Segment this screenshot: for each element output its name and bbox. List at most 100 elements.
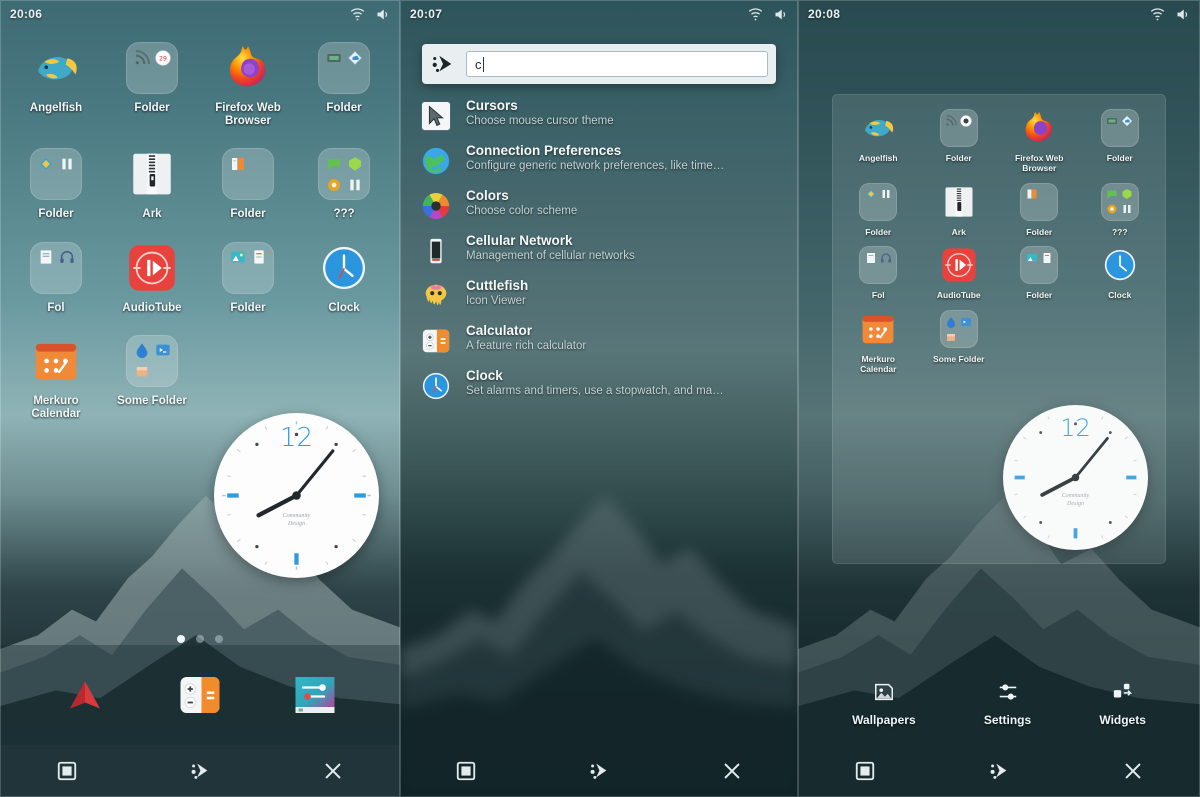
desktop-icon-folder-2[interactable]: Folder <box>1080 108 1161 174</box>
edit-menu-label: Settings <box>983 713 1032 727</box>
merkuro-icon <box>28 333 84 389</box>
panel-search-overlay: 20:07 c Cursors Choose mouse cursor them… <box>400 0 798 797</box>
desktop-icon-folder-5[interactable]: Folder <box>999 245 1080 301</box>
edit-menu-label: Widgets <box>1099 713 1146 727</box>
desktop-icon-angelfish[interactable]: Angelfish <box>8 40 104 128</box>
back-button[interactable] <box>715 754 749 788</box>
desktop-icon-folder-1[interactable]: Folder <box>919 108 1000 174</box>
wifi-icon[interactable] <box>1150 7 1165 22</box>
merkuro-icon <box>858 309 898 349</box>
desktop-icon-ark[interactable]: Ark <box>919 182 1000 238</box>
box-icon <box>947 333 956 341</box>
volume-icon[interactable] <box>773 7 788 22</box>
search-result-cursors[interactable]: Cursors Choose mouse cursor theme <box>420 98 786 132</box>
book-icon <box>231 157 244 170</box>
desktop-icon-some-folder[interactable]: Some Folder <box>919 309 1000 375</box>
notes-icon <box>253 250 264 264</box>
search-input[interactable]: c <box>466 51 768 77</box>
search-result-colors[interactable]: Colors Choose color scheme <box>420 188 786 222</box>
kde-plasma-icon <box>432 55 452 72</box>
wifi-icon[interactable] <box>350 7 365 22</box>
firefox-icon <box>1019 108 1059 148</box>
search-result-connection-preferences[interactable]: Connection Preferences Configure generic… <box>420 143 786 177</box>
desktop-icon-merkuro[interactable]: Merkuro Calendar <box>838 309 919 375</box>
status-indicators <box>1150 7 1190 22</box>
badge-icon: 29 <box>154 49 171 66</box>
desktop-icon-some-folder[interactable]: Some Folder <box>104 333 200 421</box>
search-result-cuttlefish[interactable]: Cuttlefish Icon Viewer <box>420 278 786 312</box>
desktop-icon-fol[interactable]: Fol <box>838 245 919 301</box>
page-dot-2[interactable] <box>196 635 204 643</box>
home-button[interactable] <box>582 754 616 788</box>
search-result-calculator[interactable]: Calculator A feature rich calculator <box>420 323 786 357</box>
folder-group: 29 <box>124 40 180 96</box>
navigation-bar <box>400 745 798 797</box>
icon-label: Angelfish <box>29 102 83 114</box>
desktop-icon-folder-4[interactable]: Folder <box>999 182 1080 238</box>
desktop-icon-folder-4[interactable]: Folder <box>200 146 296 221</box>
icon-label: Clock <box>328 301 360 314</box>
desktop-icon-unknown[interactable]: ??? <box>296 146 392 221</box>
search-bar[interactable]: c <box>422 44 776 84</box>
color-blocks-icon <box>39 157 52 170</box>
headphones-icon <box>59 251 74 264</box>
sliders-icon <box>995 679 1021 705</box>
overview-button[interactable] <box>848 754 882 788</box>
folder-group <box>316 146 372 202</box>
desktop-icon-firefox[interactable]: Firefox Web Browser <box>200 40 296 128</box>
desktop-icon-folder-5[interactable]: Folder <box>200 240 296 315</box>
edit-menu-settings[interactable]: Settings <box>984 679 1031 727</box>
desktop-icon-folder-1[interactable]: 29 Folder <box>104 40 200 128</box>
desktop-icon-merkuro[interactable]: Merkuro Calendar <box>8 333 104 421</box>
dock-item-arrow-app[interactable] <box>60 670 110 720</box>
desktop-icon-angelfish[interactable]: Angelfish <box>838 108 919 174</box>
icon-label: ??? <box>333 208 355 221</box>
shrunken-desktop-preview[interactable]: Angelfish Folder Firefox Web Browser Fol… <box>832 94 1166 564</box>
volume-icon[interactable] <box>375 7 390 22</box>
dock-item-settings[interactable] <box>290 670 340 720</box>
icon-label: Folder <box>326 102 362 114</box>
search-result-cellular-network[interactable]: Cellular Network Management of cellular … <box>420 233 786 267</box>
status-bar: 20:07 <box>400 0 798 28</box>
home-button[interactable] <box>982 754 1016 788</box>
icon-label: AudioTube <box>936 290 981 301</box>
desktop-icon-folder-3[interactable]: Folder <box>8 146 104 221</box>
page-dot-1[interactable] <box>177 635 185 643</box>
edit-mode-menu: Wallpapers Settings Widgets <box>798 667 1200 739</box>
back-button[interactable] <box>316 754 350 788</box>
search-result-clock[interactable]: Clock Set alarms and timers, use a stopw… <box>420 368 786 402</box>
back-button[interactable] <box>1116 754 1150 788</box>
result-title: Cellular Network <box>466 233 573 248</box>
text-caret <box>482 56 484 72</box>
volume-icon[interactable] <box>1175 7 1190 22</box>
folder-group <box>939 108 979 148</box>
overview-button[interactable] <box>50 754 84 788</box>
edit-menu-widgets[interactable]: Widgets <box>1099 679 1146 727</box>
icon-label: Fol <box>47 301 65 314</box>
dock-item-calculator[interactable] <box>175 670 225 720</box>
overview-button[interactable] <box>449 754 483 788</box>
desktop-icon-folder-3[interactable]: Folder <box>838 182 919 238</box>
icon-label: Folder <box>230 208 266 221</box>
desktop-icon-audiotube[interactable]: AudioTube <box>104 240 200 315</box>
edit-menu-wallpapers[interactable]: Wallpapers <box>852 679 916 727</box>
angelfish-icon <box>28 40 84 96</box>
desktop-icon-clock[interactable]: Clock <box>296 240 392 315</box>
desktop-icon-firefox[interactable]: Firefox Web Browser <box>999 108 1080 174</box>
home-button[interactable] <box>183 754 217 788</box>
desktop-icon-fol[interactable]: Fol <box>8 240 104 315</box>
result-desc: Icon Viewer <box>466 295 526 307</box>
page-indicator[interactable] <box>0 635 400 643</box>
desktop-icon-unknown[interactable]: ??? <box>1080 182 1161 238</box>
desktop-icon-ark[interactable]: Ark <box>104 146 200 221</box>
wifi-icon[interactable] <box>748 7 763 22</box>
desktop-icon-folder-2[interactable]: Folder <box>296 40 392 128</box>
analog-clock-widget[interactable]: 12 Community Design <box>214 413 379 578</box>
desktop-icon-clock[interactable]: Clock <box>1080 245 1161 301</box>
phone-icon <box>420 235 452 267</box>
desktop-icon-audiotube[interactable]: AudioTube <box>919 245 1000 301</box>
icon-label: Merkuro Calendar <box>860 354 897 374</box>
page-dot-3[interactable] <box>215 635 223 643</box>
icon-label: Firefox Web Browser <box>215 102 281 128</box>
icon-label: Folder <box>38 208 74 221</box>
